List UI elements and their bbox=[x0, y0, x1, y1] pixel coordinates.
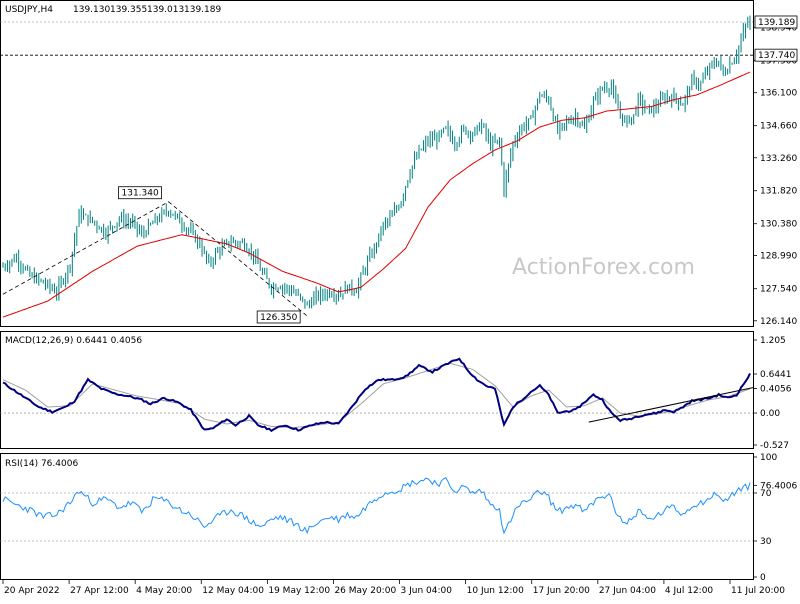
macd-plot bbox=[0, 357, 754, 433]
y-tick-label: 0.4056 bbox=[760, 384, 792, 394]
trend-line bbox=[2, 201, 169, 295]
trend-line bbox=[168, 201, 308, 317]
y-tick-label: -0.527 bbox=[760, 441, 789, 451]
y-tick-label: 1.205 bbox=[760, 336, 786, 346]
macd-y-axis: 1.205 0.6441 0.4056 0.00 -0.527 bbox=[753, 336, 792, 451]
y-tick-label: 136.100 bbox=[760, 89, 797, 99]
rsi-title: RSI(14) 76.4006 bbox=[5, 459, 78, 469]
x-tick-label: 3 Jun 04:00 bbox=[401, 586, 453, 596]
x-tick-label: 4 Jul 12:00 bbox=[665, 586, 714, 596]
x-tick-label: 19 May 12:00 bbox=[268, 586, 330, 596]
y-tick-label: 0.00 bbox=[760, 409, 780, 419]
x-tick-label: 11 Jul 20:00 bbox=[731, 586, 785, 596]
x-tick-label: 27 Jun 04:00 bbox=[599, 586, 656, 596]
y-tick-label: 30 bbox=[760, 537, 772, 547]
y-tick-label: 0.6441 bbox=[760, 370, 792, 380]
chart-svg: ActionForex.com 131.340 126.350 USDJPY,H4… bbox=[0, 0, 797, 596]
rsi-line bbox=[2, 477, 751, 535]
x-tick-label: 27 Apr 12:00 bbox=[70, 586, 129, 596]
current-price-tag: 139.189 bbox=[758, 18, 795, 28]
hline-tag: 137.740 bbox=[758, 51, 795, 61]
x-tick-label: 20 Apr 2022 bbox=[4, 586, 60, 596]
x-tick-label: 4 May 20:00 bbox=[136, 586, 192, 596]
y-tick-label: 134.660 bbox=[760, 122, 797, 132]
y-tick-label: 126.140 bbox=[760, 317, 797, 327]
x-tick-label: 26 May 20:00 bbox=[334, 586, 396, 596]
y-tick-label: 128.990 bbox=[760, 252, 797, 262]
watermark: ActionForex.com bbox=[512, 255, 695, 280]
macd-title: MACD(12,26,9) 0.6441 0.4056 bbox=[5, 336, 142, 346]
price-header-low: 139.013 bbox=[147, 5, 184, 15]
y-tick-label: 70 bbox=[760, 489, 772, 499]
x-axis: 20 Apr 2022 27 Apr 12:00 4 May 20:00 12 May… bbox=[2, 580, 785, 596]
y-tick-label: 131.820 bbox=[760, 187, 797, 197]
x-tick-label: 17 Jun 20:00 bbox=[533, 586, 590, 596]
y-tick-label: 127.540 bbox=[760, 285, 797, 295]
macd-trend-line bbox=[588, 387, 754, 423]
rsi-y-axis: 10076.400670300 bbox=[753, 453, 797, 583]
macd-line bbox=[2, 357, 751, 433]
y-tick-label: 0 bbox=[760, 573, 766, 583]
rsi-panel bbox=[0, 453, 754, 580]
x-tick-label: 12 May 04:00 bbox=[202, 586, 264, 596]
y-tick-label: 133.260 bbox=[760, 154, 797, 164]
y-tick-label: 100 bbox=[760, 453, 777, 463]
chart-root: ActionForex.com 131.340 126.350 USDJPY,H4… bbox=[0, 0, 800, 600]
price-header-open: 139.130 bbox=[73, 5, 110, 15]
price-y-axis: 138.940137.500136.100134.660133.260131.8… bbox=[753, 15, 797, 327]
y-tick-label: 130.380 bbox=[760, 220, 797, 230]
price-header-symbol: USDJPY,H4 bbox=[5, 5, 53, 15]
price-header-high: 139.355 bbox=[110, 5, 147, 15]
level-label: 126.350 bbox=[260, 313, 297, 323]
price-header-close: 139.189 bbox=[184, 5, 221, 15]
level-label: 131.340 bbox=[122, 189, 159, 199]
x-tick-label: 10 Jun 12:00 bbox=[467, 586, 524, 596]
rsi-plot bbox=[0, 477, 753, 542]
